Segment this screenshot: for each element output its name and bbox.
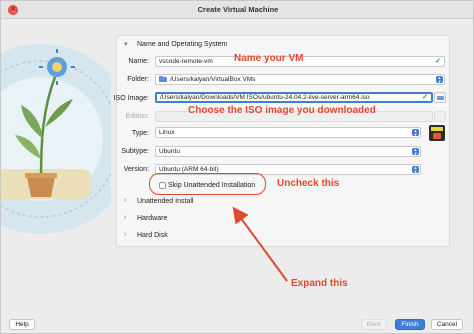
annotation-highlight-oval	[149, 173, 266, 195]
finish-button[interactable]: Finish	[395, 319, 425, 330]
edition-label: Edition:	[125, 113, 149, 120]
section-hardware[interactable]: › Hardware	[117, 213, 449, 225]
folder-icon	[437, 96, 444, 100]
window-title: Create Virtual Machine	[197, 5, 279, 14]
checkmark-icon: ✓	[435, 58, 441, 65]
chevron-down-icon: ▾	[124, 41, 128, 48]
iso-browse-button[interactable]	[434, 92, 446, 103]
edition-button	[434, 111, 446, 122]
create-vm-window: × Create Virtual Machine ▾ Name and Oper…	[0, 0, 474, 334]
chevron-right-icon: ›	[124, 197, 127, 204]
folder-icon	[159, 76, 167, 82]
subtype-select[interactable]: Ubuntu ▴ ▾	[155, 146, 421, 157]
iso-image-field[interactable]: /Users/kalyan/Downloads/VM ISOs/ubuntu-2…	[155, 92, 433, 103]
annotation-name-vm: Name your VM	[234, 53, 304, 64]
back-button: Back	[361, 319, 387, 330]
section-hardware-label: Hardware	[137, 215, 168, 222]
help-button[interactable]: Help	[9, 319, 35, 330]
chevron-right-icon: ›	[124, 214, 127, 221]
subtype-value: Ubuntu	[159, 148, 180, 155]
iso-label: ISO Image:	[113, 95, 149, 102]
section-name-os-label: Name and Operating System	[137, 41, 228, 48]
updown-stepper-icon: ▴ ▾	[412, 147, 419, 155]
section-hard-disk[interactable]: › Hard Disk	[117, 230, 449, 242]
version-label: Version:	[123, 166, 149, 173]
updown-stepper-icon: ▴ ▾	[412, 165, 419, 173]
version-value: Ubuntu (ARM 64-bit)	[159, 166, 219, 173]
section-name-os[interactable]: ▾ Name and Operating System	[117, 39, 449, 51]
name-label: Name:	[128, 58, 149, 65]
updown-stepper-icon: ▴ ▾	[436, 75, 443, 83]
annotation-choose-iso: Choose the ISO image you downloaded	[188, 105, 376, 116]
cancel-button[interactable]: Cancel	[431, 319, 463, 330]
wizard-illustration	[1, 19, 136, 295]
folder-label: Folder:	[127, 76, 149, 83]
checkmark-icon: ✓	[422, 94, 428, 101]
section-hard-disk-label: Hard Disk	[137, 232, 168, 239]
ubuntu-arm-icon	[429, 125, 445, 141]
chevron-right-icon: ›	[124, 231, 127, 238]
type-label: Type:	[131, 130, 149, 137]
type-value: Linux	[159, 129, 175, 136]
folder-select[interactable]: /Users/kalyan/VirtualBox VMs ▴ ▾	[155, 74, 445, 85]
type-select[interactable]: Linux ▴ ▾	[155, 127, 421, 138]
name-value: vscode-remote-vm	[159, 58, 213, 65]
annotation-uncheck: Uncheck this	[277, 178, 340, 189]
updown-stepper-icon: ▴ ▾	[412, 128, 419, 136]
annotation-expand: Expand this	[291, 278, 348, 289]
section-unattended-install[interactable]: › Unattended Install	[117, 196, 449, 208]
subtype-label: Subtype:	[121, 148, 149, 155]
title-bar: × Create Virtual Machine	[1, 1, 473, 19]
folder-value: /Users/kalyan/VirtualBox VMs	[170, 76, 256, 83]
iso-value: /Users/kalyan/Downloads/VM ISOs/ubuntu-2…	[160, 94, 370, 101]
section-unattended-label: Unattended Install	[137, 198, 194, 205]
